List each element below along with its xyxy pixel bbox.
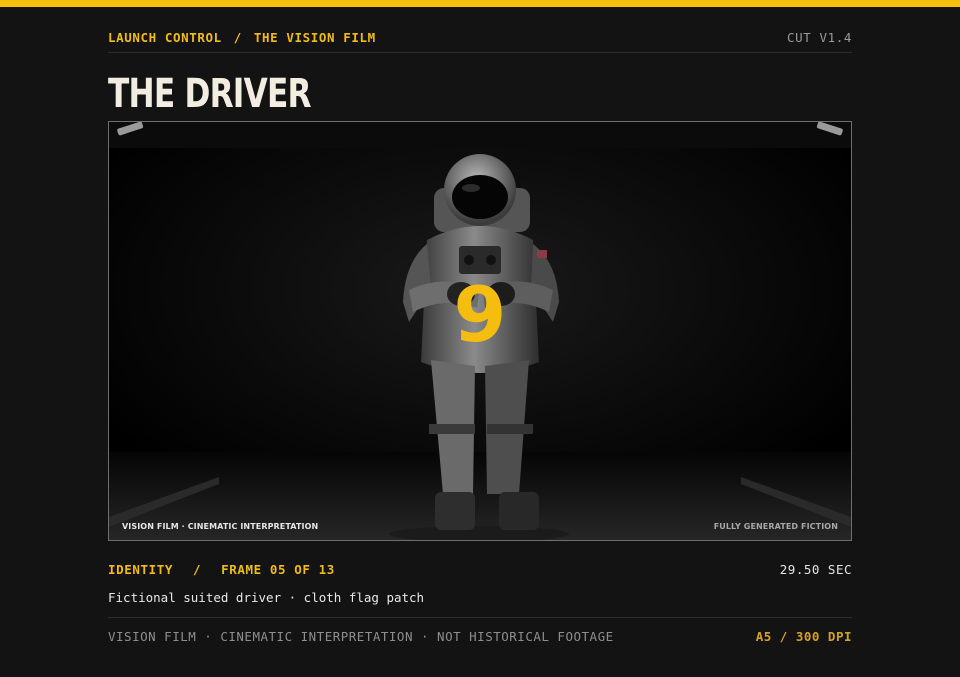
breadcrumb-item-vision-film[interactable]: THE VISION FILM [254,30,376,45]
header-divider [108,52,852,53]
page-title: THE DRIVER [108,71,312,117]
version-label: CUT V1.4 [786,30,852,45]
breadcrumb-separator: / [233,30,242,45]
film-frame-viewer: 9 VISION FILM · CINEMATIC INTERPRETATION… [108,121,852,541]
frame-caption-left: VISION FILM · CINEMATIC INTERPRETATION [122,522,319,531]
breadcrumb: LAUNCH CONTROL / THE VISION FILM [108,30,376,45]
footer-divider [108,617,852,618]
meta-separator: / [193,562,202,577]
frame-description: Fictional suited driver · cloth flag pat… [108,590,425,605]
duration-label: 29.50 SEC [779,562,852,577]
section-label: IDENTITY [108,562,174,577]
breadcrumb-item-launch-control[interactable]: LAUNCH CONTROL [108,30,222,45]
frame-counter: FRAME 05 OF 13 [221,562,335,577]
header: LAUNCH CONTROL / THE VISION FILM CUT V1.4 [108,30,852,46]
print-format-label: A5 / 300 DPI [755,629,852,644]
frame-meta-row: IDENTITY / FRAME 05 OF 13 29.50 SEC [108,562,852,578]
frame-meta: IDENTITY / FRAME 05 OF 13 [108,562,335,577]
jersey-number-badge: 9 [453,270,507,359]
accent-top-bar [0,0,960,7]
frame-caption-right: FULLY GENERATED FICTION [713,522,838,531]
footer-note: VISION FILM · CINEMATIC INTERPRETATION ·… [108,629,614,644]
